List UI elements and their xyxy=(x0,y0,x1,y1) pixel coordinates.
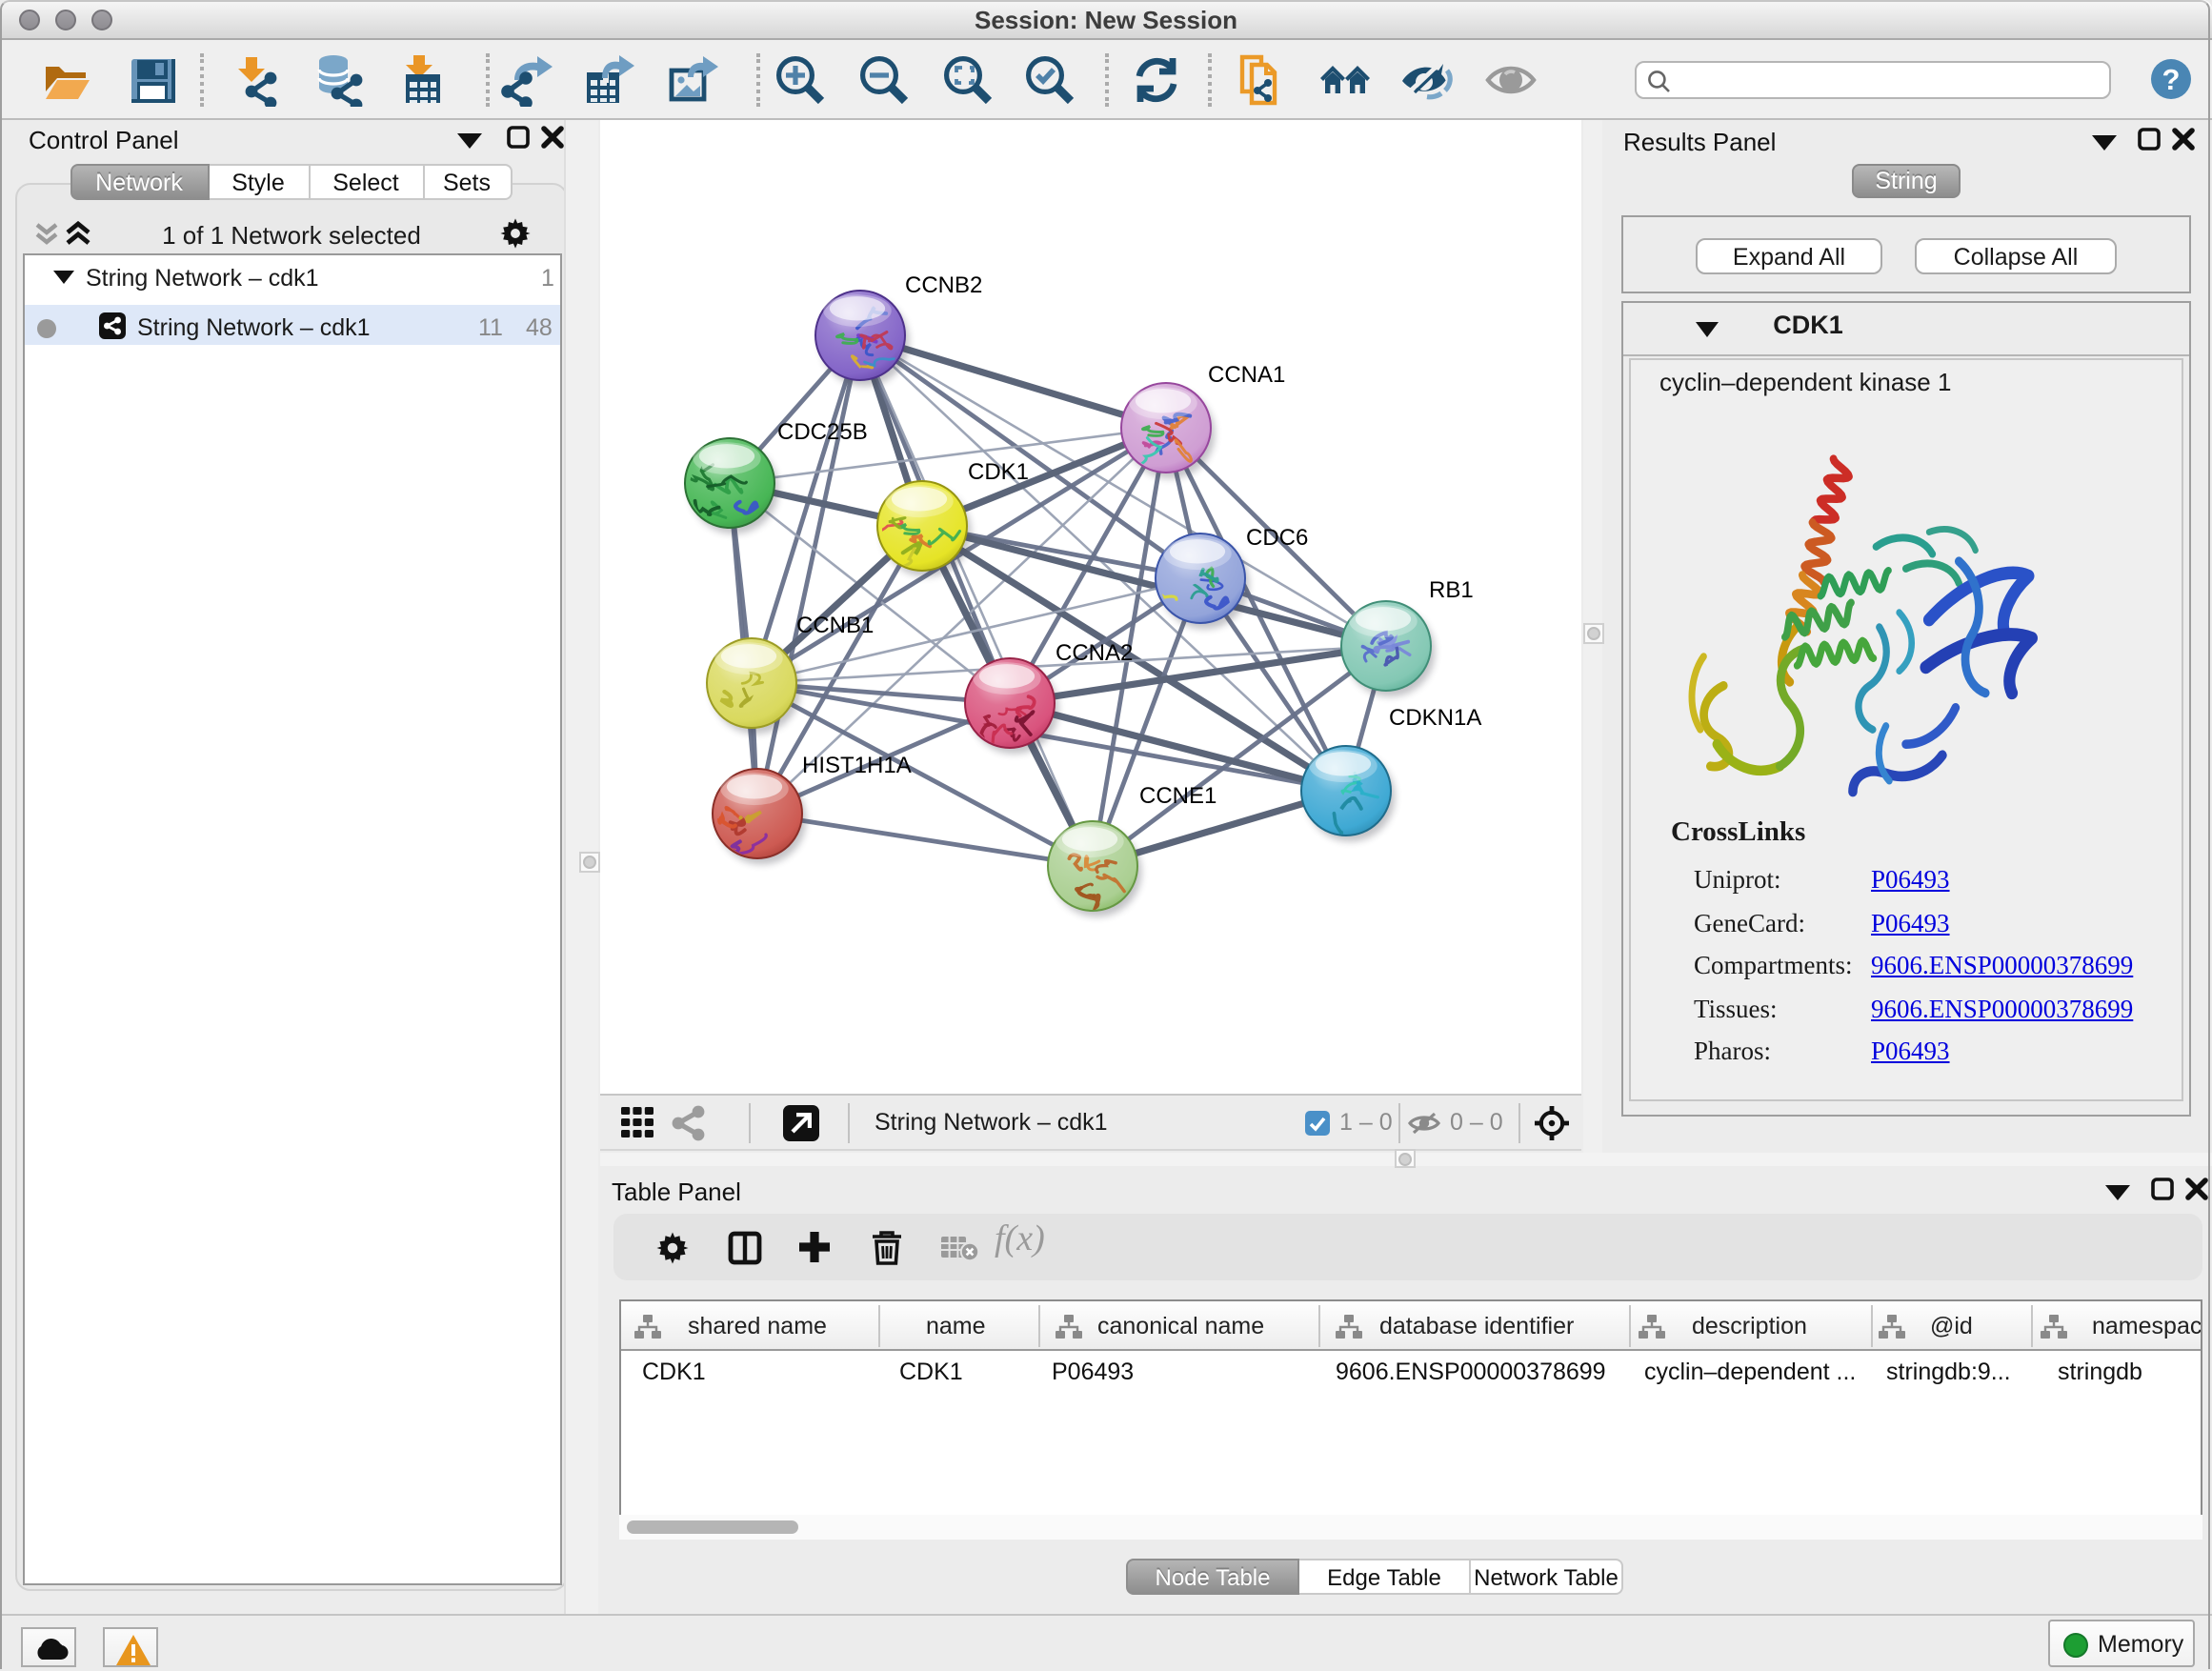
svg-text:CDC6: CDC6 xyxy=(1246,525,1308,551)
svg-text:CCNB2: CCNB2 xyxy=(905,272,982,298)
svg-text:RB1: RB1 xyxy=(1429,577,1474,603)
svg-text:CCNA1: CCNA1 xyxy=(1208,362,1285,388)
svg-text:CCNB1: CCNB1 xyxy=(796,613,874,638)
svg-text:CCNE1: CCNE1 xyxy=(1139,783,1217,809)
svg-text:HIST1H1A: HIST1H1A xyxy=(802,753,912,778)
svg-text:?: ? xyxy=(2162,63,2181,96)
svg-text:CDKN1A: CDKN1A xyxy=(1389,705,1481,731)
svg-text:CCNA2: CCNA2 xyxy=(1056,640,1133,666)
svg-text:CDC25B: CDC25B xyxy=(777,419,868,445)
svg-text:CDK1: CDK1 xyxy=(968,459,1029,485)
